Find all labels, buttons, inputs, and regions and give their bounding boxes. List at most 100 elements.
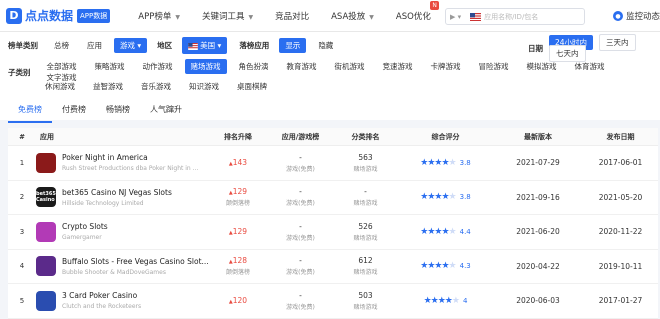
search-placeholder[interactable]: 应用名称/ID/包名 bbox=[484, 12, 538, 22]
tab-1[interactable]: 付费榜 bbox=[52, 104, 96, 123]
rank-change-cell: ▲129 bbox=[208, 227, 268, 236]
region-value: 美国 bbox=[200, 41, 216, 50]
nav-item-label: ASA投放 bbox=[331, 11, 366, 22]
category-cell: 563 赌场游戏 bbox=[333, 153, 398, 173]
app-icon[interactable] bbox=[36, 290, 56, 311]
app-name[interactable]: Crypto Slots bbox=[62, 222, 108, 231]
header-cell[interactable]: 综合评分 bbox=[398, 132, 493, 142]
date-option-1[interactable]: 三天内 bbox=[599, 34, 636, 51]
filter-row-sub2: 休闲游戏 益智游戏 音乐游戏 知识游戏 桌面棋牌 bbox=[39, 81, 279, 92]
new-badge: N bbox=[430, 0, 439, 10]
rank-change-value: 120 bbox=[232, 296, 248, 306]
monitor-icon: ● bbox=[613, 11, 623, 21]
monitor-link[interactable]: ● 监控动态 bbox=[613, 10, 660, 22]
score-cell: ★★★★★ 3.8 bbox=[398, 158, 493, 168]
sub-category-4[interactable]: 角色扮演 bbox=[233, 59, 275, 74]
header-cell[interactable]: 分类排名 bbox=[333, 132, 398, 142]
app-name[interactable]: 3 Card Poker Casino bbox=[62, 291, 141, 300]
app-cell[interactable]: 3 Card Poker Casino Clutch and the Rocket… bbox=[36, 290, 208, 311]
kind-cell: - 游戏(免费) bbox=[268, 222, 333, 242]
rating-stars: ★★★★★ bbox=[420, 158, 456, 168]
app-info: bet365 Casino NJ Vegas Slots Hillside Tec… bbox=[62, 188, 172, 207]
app-cell[interactable]: Crypto Slots Gamergamer bbox=[36, 221, 208, 242]
table-body: 1 Poker Night in America Rush Street Produ… bbox=[8, 146, 658, 319]
sub-category-8[interactable]: 卡牌游戏 bbox=[425, 59, 467, 74]
app-name[interactable]: Poker Night in America bbox=[62, 153, 198, 162]
us-flag-icon bbox=[470, 12, 482, 21]
chart-type-option-0[interactable]: 总榜 bbox=[48, 38, 75, 53]
header-cell: # bbox=[19, 132, 25, 141]
table-row[interactable]: 4 Buffalo Slots - Free Vegas Casino Slot.… bbox=[8, 250, 658, 284]
header-cell[interactable]: 最新版本 bbox=[493, 132, 583, 142]
sub-category-3[interactable]: 赌场游戏 bbox=[184, 59, 227, 74]
row-index: 2 bbox=[19, 193, 25, 202]
table-row[interactable]: 5 3 Card Poker Casino Clutch and the Rocke… bbox=[8, 284, 658, 319]
date-label: 日期 bbox=[528, 43, 543, 53]
score-value: 4.4 bbox=[459, 227, 471, 236]
star-icon: ★ bbox=[448, 192, 457, 203]
table-row[interactable]: 3 Crypto Slots Gamergamer ▲129 - 游戏(免费) 526 赌场游… bbox=[8, 215, 658, 250]
nav-item-3[interactable]: ASA投放 ▼ bbox=[331, 10, 374, 22]
rank-change-value: 143 bbox=[232, 158, 248, 168]
app-icon[interactable] bbox=[36, 152, 56, 173]
nav-item-1[interactable]: 关键词工具 ▼ bbox=[202, 10, 253, 22]
chart-type-option-1[interactable]: 应用 bbox=[81, 38, 108, 53]
sub-category-5[interactable]: 教育游戏 bbox=[281, 59, 323, 74]
sub-category-2[interactable]: 音乐游戏 bbox=[135, 79, 177, 94]
sub-category-3[interactable]: 知识游戏 bbox=[183, 79, 225, 94]
score-cell: ★★★★★ 4 bbox=[398, 296, 493, 306]
tab-0[interactable]: 免费榜 bbox=[8, 104, 52, 123]
logo-mark: D bbox=[6, 7, 22, 24]
play-store-icon[interactable]: ▶ ▾ bbox=[450, 13, 461, 21]
category-cell: 503 赌场游戏 bbox=[333, 291, 398, 311]
app-icon[interactable] bbox=[36, 221, 56, 242]
tab-2[interactable]: 畅销榜 bbox=[96, 104, 140, 123]
app-info: Crypto Slots Gamergamer bbox=[62, 222, 108, 241]
header-cell[interactable]: 排名升降 bbox=[208, 132, 268, 142]
logo-badge: APP数据 bbox=[77, 8, 111, 23]
region-select[interactable]: 美国 ▾ bbox=[182, 37, 228, 54]
sub-category-1[interactable]: 益智游戏 bbox=[87, 79, 129, 94]
table-row[interactable]: 2 bet365 Casino bet365 Casino NJ Vegas Slo… bbox=[8, 181, 658, 215]
sub-category-0[interactable]: 休闲游戏 bbox=[39, 79, 81, 94]
nav-item-0[interactable]: APP榜单 ▼ bbox=[138, 10, 180, 22]
header-cell[interactable]: 发布日期 bbox=[583, 132, 658, 142]
star-icon: ★ bbox=[448, 261, 457, 272]
star-icon: ★ bbox=[437, 295, 446, 306]
sub-category-7[interactable]: 竞速游戏 bbox=[377, 59, 419, 74]
score-cell: ★★★★★ 4.4 bbox=[398, 227, 493, 237]
app-cell[interactable]: bet365 Casino bet365 Casino NJ Vegas Slot… bbox=[36, 187, 208, 208]
sub-category-6[interactable]: 街机游戏 bbox=[329, 59, 371, 74]
rank-app-option-1[interactable]: 隐藏 bbox=[312, 38, 339, 53]
sub-category-4[interactable]: 桌面棋牌 bbox=[231, 79, 273, 94]
star-icon: ★ bbox=[441, 226, 449, 237]
kind-cell: - 游戏(免费) bbox=[268, 187, 333, 207]
star-icon: ★ bbox=[444, 295, 453, 306]
star-icon: ★ bbox=[451, 295, 460, 306]
sub-category-1[interactable]: 策略游戏 bbox=[89, 59, 131, 74]
app-icon[interactable]: bet365 Casino bbox=[36, 187, 56, 208]
latest-version: 2020-06-03 bbox=[516, 296, 560, 306]
search-box[interactable]: ▶ ▾ 应用名称/ID/包名 bbox=[445, 8, 585, 25]
app-name[interactable]: Buffalo Slots - Free Vegas Casino Slot..… bbox=[62, 257, 209, 266]
nav-item-4[interactable]: ASO优化 N bbox=[396, 0, 439, 22]
category-rank: 503 bbox=[358, 290, 373, 300]
app-cell[interactable]: Poker Night in America Rush Street Produc… bbox=[36, 152, 208, 173]
app-cell[interactable]: Buffalo Slots - Free Vegas Casino Slot..… bbox=[36, 256, 209, 277]
app-name[interactable]: bet365 Casino NJ Vegas Slots bbox=[62, 188, 172, 197]
sub-category-9[interactable]: 冒险游戏 bbox=[473, 59, 515, 74]
kind-rank: - bbox=[299, 152, 302, 162]
latest-version: 2021-06-20 bbox=[516, 227, 560, 237]
table-row[interactable]: 1 Poker Night in America Rush Street Produ… bbox=[8, 146, 658, 181]
app-icon[interactable] bbox=[36, 256, 56, 277]
sub-category-10[interactable]: 模拟游戏 bbox=[521, 59, 563, 74]
header-cell[interactable]: 应用/游戏榜 bbox=[268, 132, 333, 142]
tab-3[interactable]: 人气蹿升 bbox=[140, 104, 192, 123]
logo[interactable]: D 点点数据 APP数据 bbox=[6, 7, 111, 24]
rank-app-option-0[interactable]: 显示 bbox=[279, 38, 307, 53]
logo-text: 点点数据 bbox=[25, 9, 74, 23]
nav-item-2[interactable]: 竞品对比 bbox=[275, 10, 309, 22]
sub-category-2[interactable]: 动作游戏 bbox=[137, 59, 179, 74]
chart-type-option-2[interactable]: 游戏 ▾ bbox=[114, 38, 148, 53]
sub-category-11[interactable]: 体育游戏 bbox=[569, 59, 611, 74]
